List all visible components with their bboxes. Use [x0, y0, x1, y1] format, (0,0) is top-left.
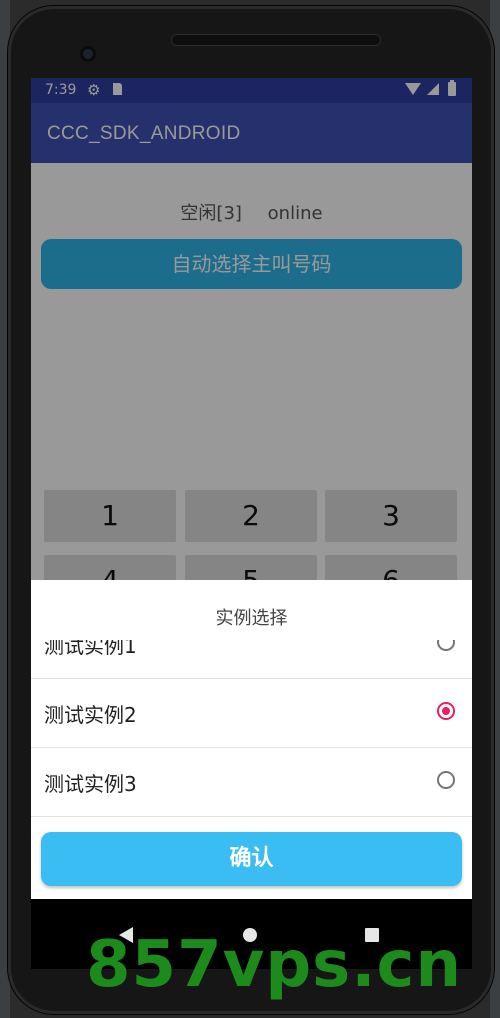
sheet-title: 实例选择	[215, 608, 288, 629]
instance-option-3[interactable]: 测试实例3	[31, 748, 472, 817]
instance-option-label: 测试实例2	[44, 703, 137, 727]
instance-select-sheet: 实例选择 测试实例1 测试实例2 测试实例3 确认	[31, 580, 472, 899]
instance-option-label: 测试实例3	[44, 772, 137, 796]
instance-list[interactable]: 测试实例1 测试实例2 测试实例3	[31, 640, 472, 818]
confirm-button[interactable]: 确认	[41, 832, 462, 886]
front-camera	[80, 46, 96, 62]
instance-option-2[interactable]: 测试实例2	[31, 679, 472, 748]
watermark: 857vps.cn	[86, 928, 463, 1002]
instance-option-1[interactable]: 测试实例1	[31, 640, 472, 679]
radio-unchecked-icon[interactable]	[437, 640, 455, 651]
device-screen: 7:39 ⚙ CCC_SDK_ANDROID 空闲[3] online 自动选择…	[31, 78, 472, 899]
instance-option-label: 测试实例1	[44, 640, 137, 658]
phone-speaker	[171, 34, 381, 46]
radio-unchecked-icon[interactable]	[437, 771, 455, 789]
radio-checked-icon[interactable]	[437, 702, 455, 720]
